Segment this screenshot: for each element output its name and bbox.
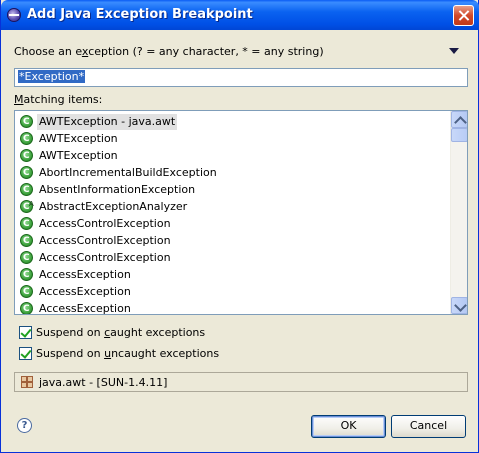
list-item[interactable]: AccessException xyxy=(20,267,440,283)
class-icon xyxy=(20,301,33,314)
title-bar[interactable]: Add Java Exception Breakpoint xyxy=(1,0,479,30)
scroll-up-button[interactable] xyxy=(451,111,467,128)
list-item-label: AccessException xyxy=(39,268,131,281)
list-item[interactable]: AbstractExceptionAnalyzer xyxy=(20,196,440,215)
close-button[interactable] xyxy=(453,5,474,26)
class-icon xyxy=(20,165,33,181)
class-icon xyxy=(20,216,33,232)
list-item[interactable]: AWTException - java.awt xyxy=(20,114,440,130)
eclipse-icon xyxy=(7,8,21,22)
list-item[interactable]: AbsentInformationException xyxy=(20,182,440,198)
uncaught-text-2: ncaught exceptions xyxy=(111,347,220,360)
list-item[interactable]: AbortIncrementalBuildException xyxy=(20,165,440,181)
help-icon[interactable]: ? xyxy=(17,418,32,433)
list-item-label: AccessException xyxy=(39,285,131,298)
ok-button[interactable]: OK xyxy=(311,415,386,438)
list-item-label: AbsentInformationException xyxy=(39,183,196,196)
list-item[interactable]: AWTException xyxy=(20,148,440,164)
class-icon xyxy=(20,250,33,266)
list-item[interactable]: AccessException xyxy=(20,284,440,300)
class-icon xyxy=(20,233,33,249)
class-icon xyxy=(20,284,33,300)
filter-input-value: *Exception* xyxy=(18,70,86,83)
matching-items-list[interactable]: AWTException - java.awt AWTException AWTEx… xyxy=(14,110,468,315)
list-item-label: AWTException xyxy=(39,132,118,145)
list-item[interactable]: AccessException xyxy=(20,301,440,315)
abstract-class-icon xyxy=(20,196,34,215)
filter-prompt-text-1: Choose an e xyxy=(14,45,82,58)
list-item-label: AccessControlException xyxy=(39,234,171,247)
list-item-label: AWTException xyxy=(39,149,118,162)
list-item-label: AccessControlException xyxy=(39,251,171,264)
matching-items-label: Matching items: xyxy=(14,93,102,106)
scroll-down-button[interactable] xyxy=(451,297,467,314)
cancel-button[interactable]: Cancel xyxy=(391,415,466,438)
filter-prompt: Choose an exception (? = any character, … xyxy=(14,45,324,58)
scroll-thumb[interactable] xyxy=(451,128,467,142)
class-icon xyxy=(20,148,33,164)
matching-label-text-2: atching items: xyxy=(23,93,103,106)
list-item-label: AbortIncrementalBuildException xyxy=(39,166,217,179)
list-item-label: AccessException xyxy=(39,302,131,315)
list-item-label: AWTException - java.awt xyxy=(37,114,178,130)
uncaught-text-1: Suspend on xyxy=(36,347,105,360)
view-menu-arrow-icon[interactable] xyxy=(449,48,459,54)
suspend-caught-checkbox[interactable] xyxy=(19,326,32,339)
list-item[interactable]: AccessControlException xyxy=(20,216,440,232)
list-item-label: AbstractExceptionAnalyzer xyxy=(39,200,188,213)
vertical-scrollbar[interactable] xyxy=(450,111,467,314)
status-text: java.awt - [SUN-1.4.11] xyxy=(39,376,168,389)
list-item[interactable]: AWTException xyxy=(20,131,440,147)
caught-text-1: Suspend on xyxy=(36,326,105,339)
suspend-uncaught-label[interactable]: Suspend on uncaught exceptions xyxy=(36,347,219,360)
dialog-title: Add Java Exception Breakpoint xyxy=(27,7,253,22)
class-icon xyxy=(20,267,33,283)
list-item[interactable]: AccessControlException xyxy=(20,250,440,266)
suspend-caught-label[interactable]: Suspend on caught exceptions xyxy=(36,326,205,339)
package-icon xyxy=(21,376,33,388)
list-item[interactable]: AccessControlException xyxy=(20,233,440,249)
matching-label-mnemonic: M xyxy=(14,93,24,106)
class-icon xyxy=(20,131,33,147)
dialog-window: Add Java Exception Breakpoint Choose an … xyxy=(0,0,479,453)
status-bar: java.awt - [SUN-1.4.11] xyxy=(14,372,468,392)
filter-prompt-text-2: ception (? = any character, * = any stri… xyxy=(88,45,324,58)
list-item-label: AccessControlException xyxy=(39,217,171,230)
suspend-uncaught-checkbox[interactable] xyxy=(19,347,32,360)
class-icon xyxy=(20,114,33,130)
filter-input[interactable]: *Exception* xyxy=(14,68,468,87)
caught-text-2: aught exceptions xyxy=(110,326,206,339)
class-icon xyxy=(20,182,33,198)
